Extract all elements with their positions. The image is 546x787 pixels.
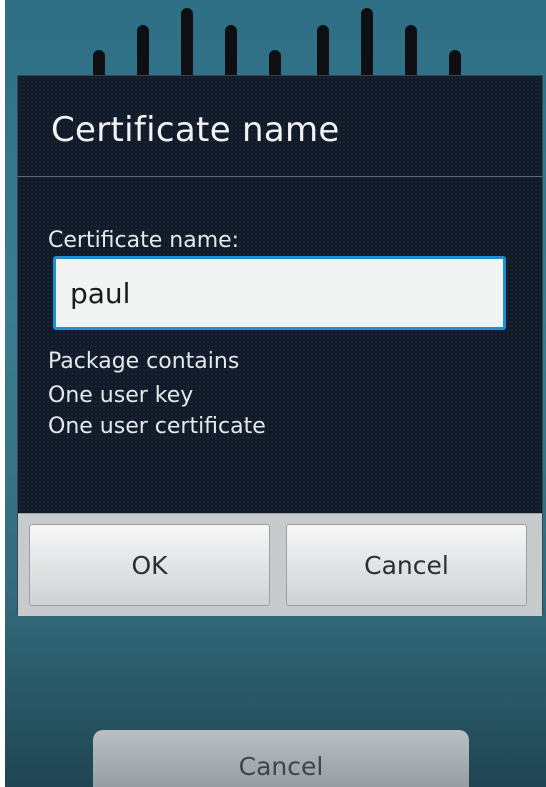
signal-bars-decoration xyxy=(5,0,546,80)
cancel-button[interactable]: Cancel xyxy=(286,524,527,606)
signal-bar xyxy=(361,8,373,80)
certificate-name-label: Certificate name: xyxy=(48,228,240,253)
signal-bar xyxy=(317,25,329,80)
signal-bar xyxy=(137,25,149,80)
package-item-user-key: One user key xyxy=(48,383,194,408)
title-divider xyxy=(18,176,542,177)
signal-bar xyxy=(225,25,237,80)
dialog-button-bar: OK Cancel xyxy=(18,513,542,616)
ok-button[interactable]: OK xyxy=(29,524,270,606)
certificate-name-input[interactable] xyxy=(53,256,506,330)
package-contents-heading: Package contains xyxy=(48,349,240,374)
certificate-name-dialog: Certificate name Certificate name: Packa… xyxy=(17,75,543,616)
background-cancel-button[interactable]: Cancel xyxy=(93,730,469,787)
package-item-user-certificate: One user certificate xyxy=(48,414,266,439)
signal-bar xyxy=(181,8,193,80)
dialog-title: Certificate name xyxy=(51,110,340,150)
signal-bar xyxy=(405,25,417,80)
